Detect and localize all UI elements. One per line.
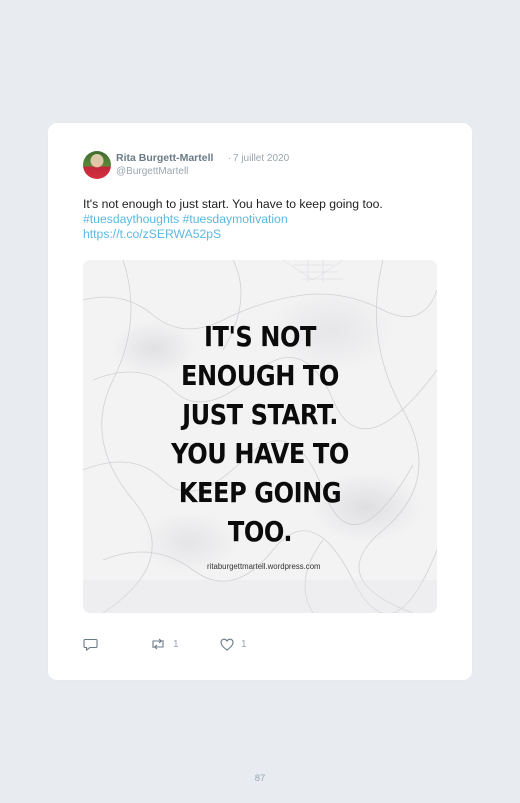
author-name[interactable]: Rita Burgett-Martell (116, 152, 213, 164)
quote-line: KEEP GOING (178, 476, 342, 509)
retweet-icon (152, 638, 164, 650)
reply-icon (83, 638, 98, 651)
hashtag-links[interactable]: #tuesdaythoughts #tuesdaymotivation (83, 212, 443, 227)
quote-line: TOO. (227, 515, 293, 548)
meta-separator: · (228, 153, 232, 164)
tweet-image[interactable]: IT'S NOT ENOUGH TO JUST START. YOU HAVE … (83, 260, 437, 613)
quote-line: YOU HAVE TO (171, 437, 349, 470)
tweet-text: It's not enough to just start. You have … (83, 197, 443, 242)
author-handle[interactable]: @BurgettMartell (116, 166, 188, 177)
tweet-card: Rita Burgett-Martell · 7 juillet 2020 @B… (48, 123, 472, 680)
image-site-url: ritaburgettmartell.wordpress.com (207, 562, 321, 571)
quote-line: ENOUGH TO (181, 359, 339, 392)
tweet-date[interactable]: 7 juillet 2020 (233, 153, 289, 164)
retweet-count: 1 (173, 638, 179, 650)
like-count: 1 (241, 638, 247, 650)
retweet-button[interactable]: 1 (150, 635, 179, 653)
heart-icon (220, 638, 234, 651)
page-number: 87 (254, 773, 266, 784)
tweet-body: It's not enough to just start. You have … (83, 197, 383, 211)
like-button[interactable]: 1 (220, 635, 247, 653)
quote-line: JUST START. (182, 398, 338, 431)
tweet-actions: 1 1 (83, 635, 443, 653)
quote-line: IT'S NOT (203, 320, 317, 353)
avatar[interactable] (83, 151, 111, 179)
reply-button[interactable] (83, 635, 98, 653)
quote-text: IT'S NOT ENOUGH TO JUST START. YOU HAVE … (108, 317, 412, 551)
tweet-link[interactable]: https://t.co/zSERWA52pS (83, 227, 443, 242)
